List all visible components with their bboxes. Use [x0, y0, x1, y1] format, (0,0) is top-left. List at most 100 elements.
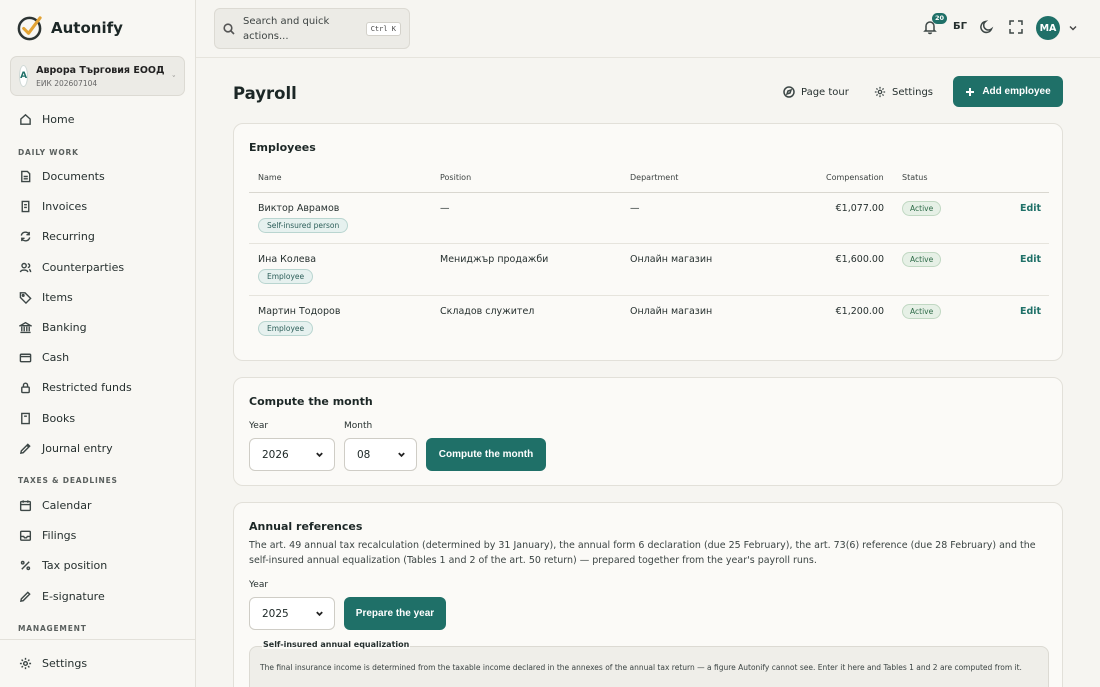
- search-input[interactable]: Search and quick actions... Ctrl K: [214, 8, 410, 49]
- sidebar-item-books[interactable]: Books: [10, 405, 186, 431]
- section-management: MANAGEMENT: [18, 624, 87, 633]
- sidebar-item-label: Books: [42, 411, 76, 425]
- employees-title: Employees: [249, 141, 316, 154]
- page-tour-label: Page tour: [801, 86, 849, 98]
- compute-month-label: Compute the month: [438, 449, 534, 460]
- year-label: Year: [249, 580, 269, 590]
- bank-icon: [19, 321, 32, 333]
- chevron-down-icon: [398, 452, 405, 458]
- settings-button[interactable]: Settings: [874, 84, 933, 100]
- month-select-value: 08: [357, 448, 371, 461]
- gear-icon: [874, 86, 886, 98]
- sidebar-item-label: Journal entry: [42, 441, 113, 455]
- employee-type-badge: Employee: [258, 269, 314, 284]
- sidebar-item-invoices[interactable]: Invoices: [10, 193, 186, 219]
- status-badge: Active: [902, 252, 942, 267]
- autonify-logo-icon: [17, 16, 42, 41]
- sidebar-item-items[interactable]: Items: [10, 284, 186, 310]
- year-select-value: 2026: [262, 448, 289, 461]
- sidebar-item-tax-position[interactable]: Tax position: [10, 552, 186, 578]
- sidebar-item-calendar[interactable]: Calendar: [10, 492, 186, 518]
- sidebar-item-label: Home: [42, 112, 75, 126]
- book-icon: [21, 412, 30, 424]
- tag-icon: [19, 291, 32, 304]
- notifications-badge: 20: [932, 13, 948, 24]
- sidebar-item-recurring[interactable]: Recurring: [10, 223, 186, 249]
- sidebar-item-journal-entry[interactable]: Journal entry: [10, 435, 186, 461]
- prepare-year-label: Prepare the year: [355, 608, 435, 619]
- brand-name: Autonify: [51, 18, 123, 37]
- month-label: Month: [344, 421, 373, 431]
- sidebar-item-restricted-funds[interactable]: Restricted funds: [10, 374, 186, 400]
- sidebar: Autonify A Аврора Търговия ЕООД ЕИК 2026…: [0, 0, 196, 687]
- sidebar-item-label: Settings: [42, 656, 88, 670]
- language-switcher[interactable]: БГ: [953, 21, 967, 32]
- edit-employee-link[interactable]: Edit: [1020, 306, 1041, 317]
- row-divider: [249, 295, 1049, 296]
- prepare-year-button[interactable]: Prepare the year: [344, 597, 446, 630]
- sidebar-item-home[interactable]: Home: [10, 106, 186, 132]
- employee-department: Онлайн магазин: [630, 254, 713, 265]
- employee-compensation: €1,200.00: [835, 306, 884, 317]
- chevron-down-icon: [172, 75, 176, 77]
- invoice-icon: [21, 200, 30, 212]
- search-shortcut: Ctrl K: [365, 21, 401, 36]
- annual-year-value: 2025: [262, 607, 289, 620]
- compute-month-button[interactable]: Compute the month: [426, 438, 546, 471]
- sidebar-item-label: Banking: [42, 320, 87, 334]
- sidebar-item-settings[interactable]: Settings: [10, 650, 186, 676]
- sidebar-item-counterparties[interactable]: Counterparties: [10, 254, 186, 280]
- brand[interactable]: Autonify: [16, 14, 123, 41]
- sidebar-item-label: Cash: [42, 350, 70, 364]
- self-insured-equalization-box: Self-insured annual equalization The fin…: [249, 640, 1049, 687]
- company-eik: ЕИК 202607104: [36, 78, 98, 88]
- sidebar-item-documents[interactable]: Documents: [10, 163, 186, 189]
- employees-card: Employees Name Position Department Compe…: [233, 123, 1063, 361]
- annual-references-title: Annual references: [249, 520, 363, 533]
- sidebar-item-cash[interactable]: Cash: [10, 344, 186, 370]
- annual-year-select[interactable]: 2025: [249, 597, 335, 630]
- annual-references-description: The art. 49 annual tax recalculation (de…: [249, 540, 1036, 566]
- section-taxes-deadlines: TAXES & DEADLINES: [18, 476, 118, 485]
- sidebar-item-label: Recurring: [42, 229, 95, 243]
- sidebar-item-filings[interactable]: Filings: [10, 522, 186, 548]
- add-employee-button[interactable]: Add employee: [953, 76, 1063, 107]
- edit-employee-link[interactable]: Edit: [1020, 203, 1041, 214]
- sidebar-item-e-signature[interactable]: E-signature: [10, 583, 186, 609]
- chevron-down-icon[interactable]: [1068, 23, 1078, 33]
- add-employee-label: Add employee: [982, 86, 1051, 97]
- cash-icon: [19, 353, 32, 362]
- user-avatar[interactable]: МА: [1036, 16, 1060, 40]
- status-badge: Active: [902, 201, 942, 216]
- company-avatar: A: [19, 65, 29, 87]
- company-switcher[interactable]: A Аврора Търговия ЕООД ЕИК 202607104: [10, 56, 185, 96]
- compute-month-title: Compute the month: [249, 395, 373, 408]
- employee-position: Складов служител: [440, 306, 535, 317]
- employee-compensation: €1,077.00: [835, 203, 884, 214]
- fullscreen-icon: [1009, 20, 1023, 34]
- moon-icon: [980, 20, 994, 34]
- document-icon: [21, 170, 31, 182]
- chevron-down-icon: [316, 611, 323, 617]
- users-icon: [19, 262, 32, 272]
- employee-name: Мартин Тодоров: [258, 306, 341, 317]
- employee-name: Ина Колева: [258, 254, 317, 265]
- theme-toggle[interactable]: [979, 19, 995, 35]
- fullscreen-button[interactable]: [1008, 19, 1024, 35]
- status-badge: Active: [902, 304, 942, 319]
- employee-position: Мениджър продажби: [440, 254, 549, 265]
- sidebar-item-label: Tax position: [42, 558, 108, 572]
- edit-employee-link[interactable]: Edit: [1020, 254, 1041, 265]
- employee-compensation: €1,600.00: [835, 254, 884, 265]
- settings-label: Settings: [892, 86, 934, 98]
- sidebar-item-banking[interactable]: Banking: [10, 314, 186, 340]
- year-select[interactable]: 2026: [249, 438, 335, 471]
- month-select[interactable]: 08: [344, 438, 417, 471]
- recurring-icon: [20, 231, 31, 241]
- page-tour-button[interactable]: Page tour: [783, 84, 849, 100]
- compass-icon: [783, 86, 795, 98]
- calendar-icon: [19, 499, 32, 511]
- column-header-position: Position: [440, 173, 472, 182]
- column-header-name: Name: [258, 173, 282, 182]
- sidebar-item-label: Documents: [42, 169, 105, 183]
